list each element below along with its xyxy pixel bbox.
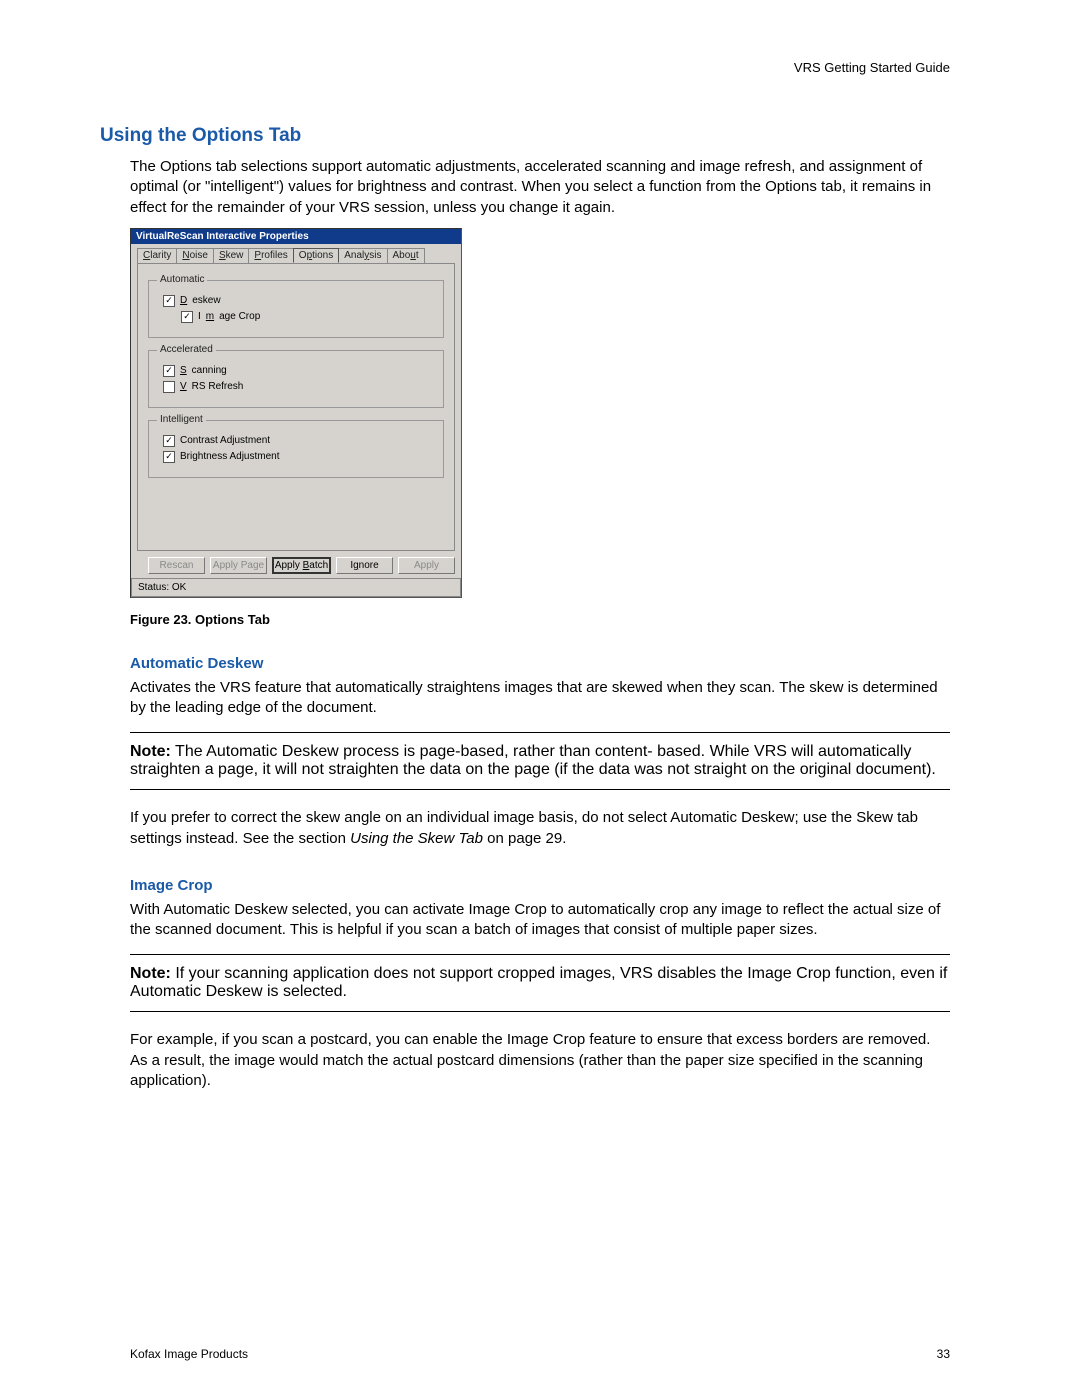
dialog-tabs: Clarity Noise Skew Profiles Options Anal… <box>131 244 461 263</box>
apply-page-button[interactable]: Apply Page <box>210 557 267 574</box>
checkbox-vrs-refresh[interactable]: VRS Refresh <box>163 381 433 393</box>
cross-ref: Using the Skew Tab <box>350 830 483 847</box>
tab-skew[interactable]: Skew <box>213 248 249 263</box>
dialog-titlebar: VirtualReScan Interactive Properties <box>131 229 461 244</box>
group-automatic: Automatic ✓Deskew ✓Image Crop <box>148 280 444 338</box>
options-dialog: VirtualReScan Interactive Properties Cla… <box>130 228 462 598</box>
image-crop-note: Note: If your scanning application does … <box>130 954 950 1012</box>
group-label-accelerated: Accelerated <box>157 344 216 355</box>
check-icon: ✓ <box>163 435 175 447</box>
dialog-buttons: Rescan Apply Page Apply Batch Ignore App… <box>131 557 461 578</box>
tab-options[interactable]: Options <box>293 248 339 263</box>
ignore-button[interactable]: Ignore <box>336 557 393 574</box>
checkbox-image-crop[interactable]: ✓Image Crop <box>181 311 433 323</box>
heading-auto-deskew: Automatic Deskew <box>130 655 950 672</box>
status-bar: Status: OK <box>131 578 461 597</box>
note-text: The Automatic Deskew process is page-bas… <box>130 743 936 778</box>
tab-about[interactable]: About <box>387 248 425 263</box>
checkbox-contrast[interactable]: ✓Contrast Adjustment <box>163 435 433 447</box>
image-crop-p1: With Automatic Deskew selected, you can … <box>130 900 950 941</box>
checkbox-scanning[interactable]: ✓Scanning <box>163 365 433 377</box>
check-icon: ✓ <box>163 295 175 307</box>
check-icon: ✓ <box>181 311 193 323</box>
check-icon <box>163 381 175 393</box>
footer-page: 33 <box>937 1347 950 1361</box>
page-footer: Kofax Image Products 33 <box>130 1347 950 1361</box>
checkbox-deskew[interactable]: ✓Deskew <box>163 295 433 307</box>
doc-header: VRS Getting Started Guide <box>130 60 950 75</box>
group-label-intelligent: Intelligent <box>157 414 206 425</box>
auto-deskew-note: Note: The Automatic Deskew process is pa… <box>130 732 950 790</box>
figure-caption: Figure 23. Options Tab <box>130 612 950 627</box>
rescan-button[interactable]: Rescan <box>148 557 205 574</box>
apply-button[interactable]: Apply <box>398 557 455 574</box>
group-label-automatic: Automatic <box>157 274 207 285</box>
checkbox-brightness[interactable]: ✓Brightness Adjustment <box>163 451 433 463</box>
auto-deskew-p1: Activates the VRS feature that automatic… <box>130 678 950 719</box>
note-label: Note: <box>130 743 171 760</box>
dialog-panel: Automatic ✓Deskew ✓Image Crop Accelerate… <box>137 263 455 551</box>
tab-profiles[interactable]: Profiles <box>248 248 293 263</box>
note-text: If your scanning application does not su… <box>130 965 947 1000</box>
check-icon: ✓ <box>163 365 175 377</box>
apply-batch-button[interactable]: Apply Batch <box>272 557 331 574</box>
tab-analysis[interactable]: Analysis <box>338 248 387 263</box>
section-heading: Using the Options Tab <box>100 125 950 147</box>
auto-deskew-p2: If you prefer to correct the skew angle … <box>130 808 950 849</box>
note-label: Note: <box>130 965 171 982</box>
section-intro: The Options tab selections support autom… <box>130 157 950 218</box>
tab-clarity[interactable]: Clarity <box>137 248 177 263</box>
check-icon: ✓ <box>163 451 175 463</box>
footer-left: Kofax Image Products <box>130 1347 248 1361</box>
image-crop-p2: For example, if you scan a postcard, you… <box>130 1030 950 1091</box>
group-accelerated: Accelerated ✓Scanning VRS Refresh <box>148 350 444 408</box>
tab-noise[interactable]: Noise <box>176 248 214 263</box>
group-intelligent: Intelligent ✓Contrast Adjustment ✓Bright… <box>148 420 444 478</box>
heading-image-crop: Image Crop <box>130 877 950 894</box>
